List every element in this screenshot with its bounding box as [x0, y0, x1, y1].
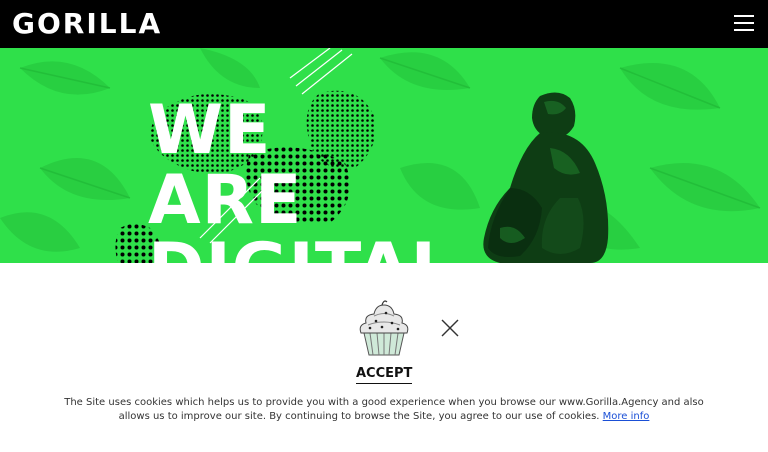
gorilla-image	[483, 92, 609, 263]
hero-headline-line-1: WE	[148, 91, 272, 170]
more-info-link[interactable]: More info	[603, 411, 650, 422]
hero-banner: WE ARE DIGITAL	[0, 48, 768, 263]
top-navigation-bar: GORILLA	[0, 0, 768, 48]
hamburger-menu-icon[interactable]	[732, 12, 756, 34]
close-icon[interactable]	[439, 317, 461, 339]
hero-headline-line-2: ARE	[148, 161, 303, 240]
cookie-consent-banner: ACCEPT The Site uses cookies which helps…	[0, 263, 768, 452]
cupcake-icon	[359, 300, 409, 356]
hero-headline-line-3: DIGITAL	[148, 235, 455, 264]
accept-button[interactable]: ACCEPT	[356, 366, 412, 384]
cookie-message: The Site uses cookies which helps us to …	[60, 396, 708, 424]
gorilla-logo[interactable]: GORILLA	[12, 7, 162, 41]
